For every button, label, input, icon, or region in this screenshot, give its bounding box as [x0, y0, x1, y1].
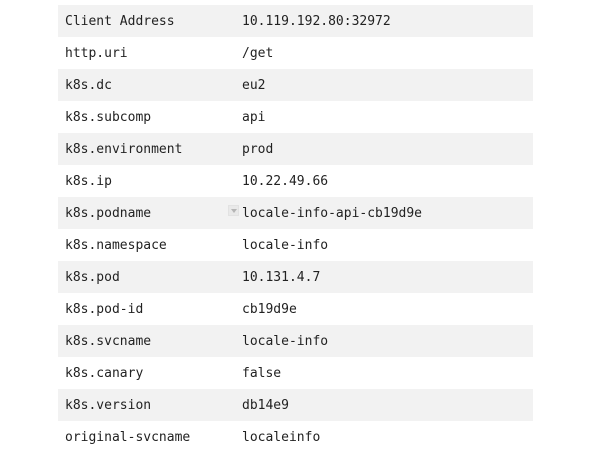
field-name: k8s.canary — [65, 365, 144, 381]
field-value: cb19d9e — [242, 301, 297, 317]
field-name: k8s.podname — [65, 205, 152, 221]
table-row[interactable]: Client Address 10.119.192.80:32972 — [58, 5, 533, 37]
field-name: Client Address — [65, 13, 175, 29]
field-name: k8s.pod — [65, 269, 120, 285]
field-name: k8s.svcname — [65, 333, 152, 349]
field-value: localeinfo — [242, 429, 321, 445]
field-name: k8s.version — [65, 397, 152, 413]
field-name: k8s.subcomp — [65, 109, 152, 125]
field-value: 10.131.4.7 — [242, 269, 321, 285]
table-row[interactable]: original-svcname localeinfo — [58, 421, 533, 453]
table-row[interactable]: k8s.podname locale-info-api-cb19d9e — [58, 197, 533, 229]
table-row[interactable]: k8s.ip 10.22.49.66 — [58, 165, 533, 197]
field-name: k8s.pod-id — [65, 301, 144, 317]
field-value: eu2 — [242, 77, 266, 93]
field-value: api — [242, 109, 266, 125]
table-row[interactable]: k8s.environment prod — [58, 133, 533, 165]
field-value: locale-info — [242, 333, 329, 349]
table-row[interactable]: k8s.namespace locale-info — [58, 229, 533, 261]
field-name: original-svcname — [65, 429, 191, 445]
table-row[interactable]: k8s.version db14e9 — [58, 389, 533, 421]
field-value: locale-info — [242, 237, 329, 253]
table-row[interactable]: k8s.canary false — [58, 357, 533, 389]
field-name: k8s.namespace — [65, 237, 167, 253]
table-row[interactable]: k8s.dc eu2 — [58, 69, 533, 101]
key-value-table: Client Address 10.119.192.80:32972 http.… — [58, 5, 533, 453]
field-value: prod — [242, 141, 274, 157]
table-row[interactable]: http.uri /get — [58, 37, 533, 69]
table-row[interactable]: k8s.subcomp api — [58, 101, 533, 133]
field-value: /get — [242, 45, 274, 61]
field-name: k8s.environment — [65, 141, 183, 157]
field-value: 10.119.192.80:32972 — [242, 13, 391, 29]
field-name: k8s.ip — [65, 173, 112, 189]
field-value: db14e9 — [242, 397, 289, 413]
field-value: 10.22.49.66 — [242, 173, 329, 189]
field-value: locale-info-api-cb19d9e — [242, 205, 423, 221]
field-value: false — [242, 365, 282, 381]
chevron-down-icon[interactable] — [228, 205, 239, 216]
table-row[interactable]: k8s.svcname locale-info — [58, 325, 533, 357]
table-row[interactable]: k8s.pod 10.131.4.7 — [58, 261, 533, 293]
field-name: k8s.dc — [65, 77, 112, 93]
field-name: http.uri — [65, 45, 128, 61]
table-row[interactable]: k8s.pod-id cb19d9e — [58, 293, 533, 325]
